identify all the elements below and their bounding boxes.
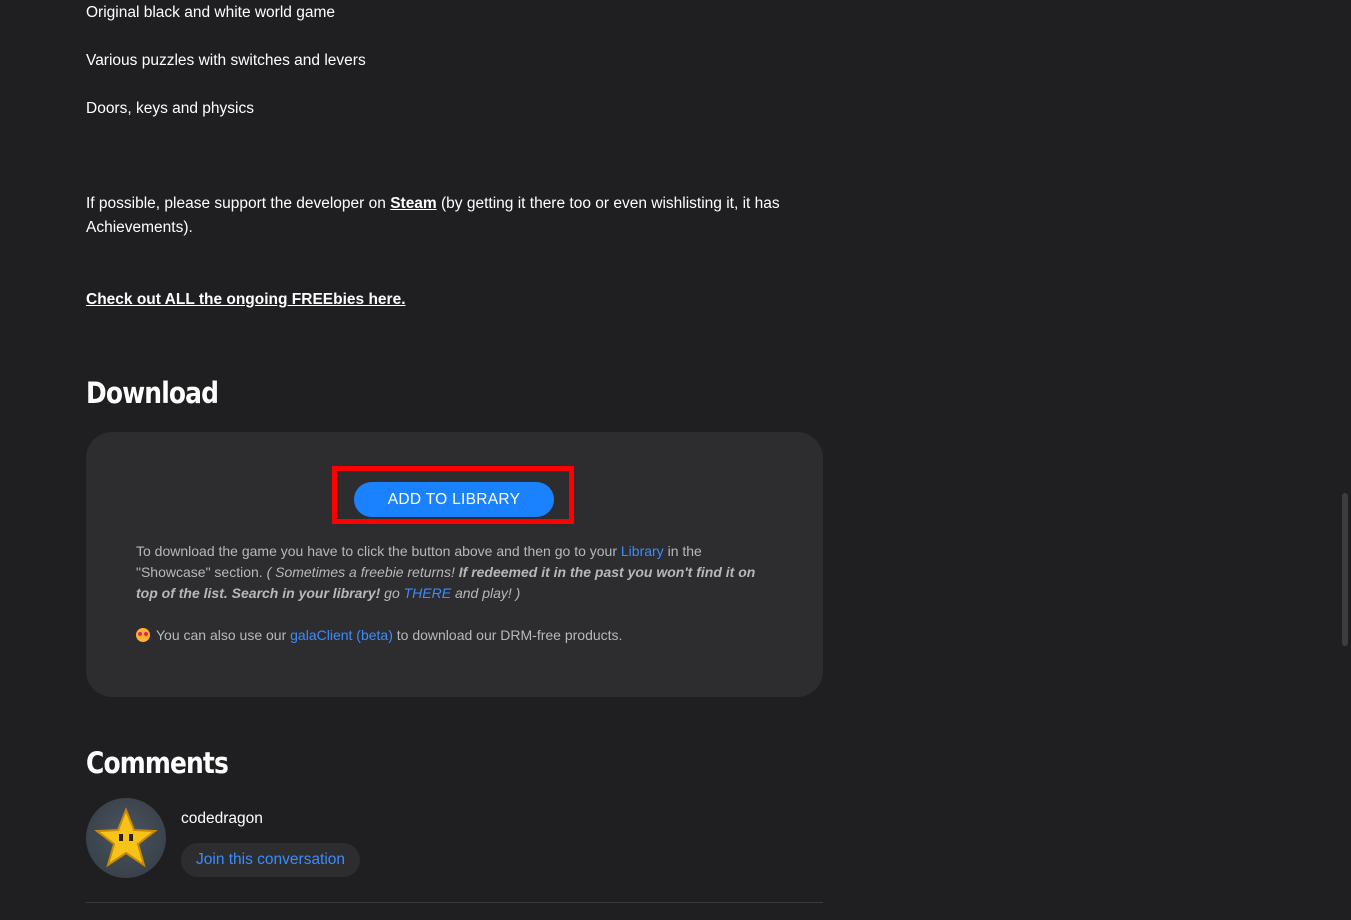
instructions-note: go [380,585,404,601]
scrollbar-thumb[interactable] [1342,493,1348,646]
download-instructions: To download the game you have to click t… [136,541,776,604]
steam-link[interactable]: Steam [390,195,437,212]
freebies-link[interactable]: Check out ALL the ongoing FREEbies here. [86,291,406,308]
pixel-star-icon [94,807,158,868]
divider [86,902,823,903]
page: Original black and white world game Vari… [0,0,1351,920]
drm-text: You can also use our [156,627,291,643]
there-link[interactable]: THERE [404,585,451,601]
comments-heading: Comments [86,746,229,780]
support-paragraph: If possible, please support the develope… [86,192,826,240]
support-text-prefix: If possible, please support the develope… [86,195,391,212]
star-struck-emoji-icon [136,628,150,642]
freebies-paragraph: Check out ALL the ongoing FREEbies here. [86,288,406,312]
comment-username: codedragon [181,810,263,827]
feature-item: Original black and white world game [86,4,335,21]
feature-item: Doors, keys and physics [86,100,254,117]
library-link[interactable]: Library [621,543,664,559]
add-to-library-button[interactable]: ADD TO LIBRARY [354,482,554,517]
instructions-note: ( Sometimes a freebie returns! [266,564,459,580]
feature-item: Various puzzles with switches and levers [86,52,366,69]
download-box: ADD TO LIBRARY To download the game you … [86,432,823,697]
join-conversation-button[interactable]: Join this conversation [181,843,361,877]
instructions-note: and play! ) [451,585,521,601]
download-heading: Download [86,376,219,410]
avatar[interactable] [86,798,166,878]
galaclient-link[interactable]: galaClient (beta) [290,627,393,643]
instructions-text: To download the game you have to click t… [136,543,621,559]
drm-free-note: You can also use our galaClient (beta) t… [136,625,622,646]
drm-text: to download our DRM-free products. [392,627,623,643]
